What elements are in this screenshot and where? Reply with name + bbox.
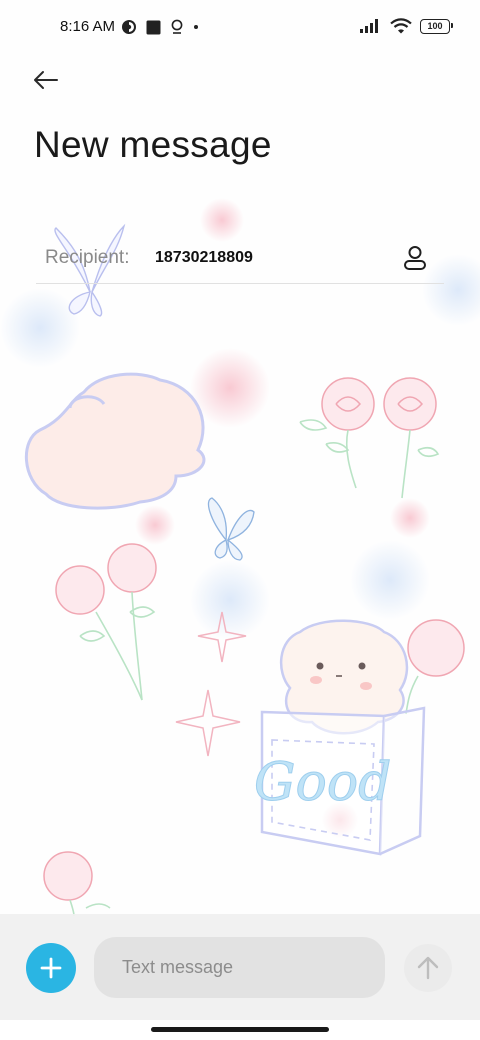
status-bar: 8:16 AM 100	[0, 0, 480, 56]
signal-icon	[360, 19, 378, 33]
plus-icon	[40, 957, 62, 979]
status-time: 8:16 AM	[60, 18, 116, 35]
send-button[interactable]	[404, 944, 452, 992]
add-attachment-button[interactable]	[26, 943, 76, 993]
sheep-in-bag: Good	[254, 619, 426, 856]
status-system-icons: 100	[360, 18, 453, 34]
recipient-row: Recipient:	[36, 232, 444, 284]
wifi-icon	[390, 18, 412, 34]
navigation-bar	[0, 1020, 480, 1040]
notification-circle-icon	[122, 20, 136, 34]
svg-text:Good: Good	[254, 753, 391, 813]
home-indicator[interactable]	[151, 1027, 329, 1032]
roses-top-right	[321, 377, 437, 431]
square-app-icon	[146, 20, 161, 34]
message-composer	[0, 914, 480, 1020]
message-input[interactable]	[94, 937, 385, 998]
location-pin-icon	[171, 19, 183, 34]
page-title: New message	[34, 124, 272, 165]
battery-icon: 100	[420, 18, 453, 34]
recipient-label: Recipient:	[45, 247, 130, 268]
arrow-up-icon	[417, 956, 439, 980]
dot-icon	[194, 25, 198, 29]
contact-picker-button[interactable]	[400, 243, 430, 273]
arrow-left-icon	[34, 71, 58, 89]
back-button[interactable]	[28, 62, 64, 98]
status-notification-icons	[121, 19, 199, 35]
recipient-input[interactable]	[155, 249, 385, 267]
person-icon	[404, 246, 426, 270]
screen: Good 8:16 AM 100 New message Recipient: …	[0, 0, 480, 1040]
